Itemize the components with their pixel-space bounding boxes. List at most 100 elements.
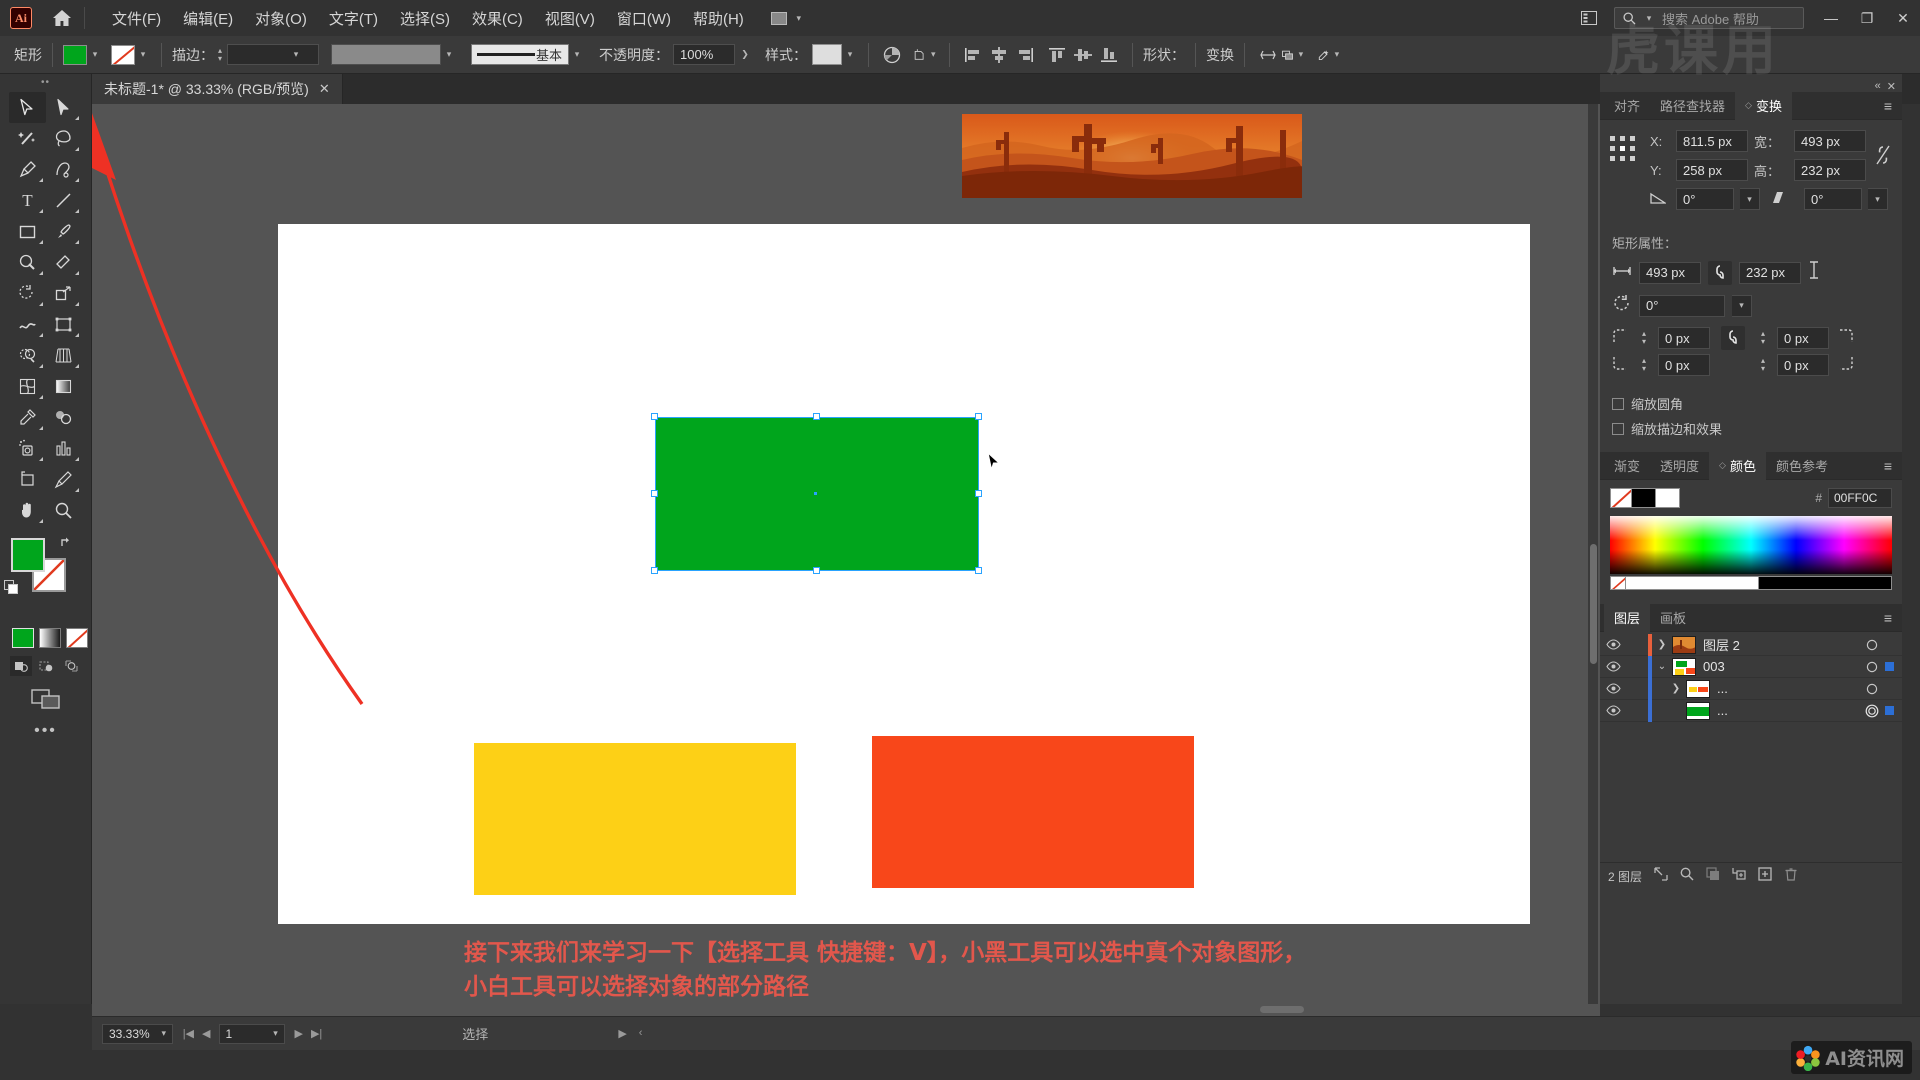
menu-edit[interactable]: 编辑(E)	[172, 3, 244, 34]
orange-rectangle[interactable]	[872, 736, 1194, 888]
layer-name[interactable]: 003	[1703, 659, 1859, 674]
column-graph-tool[interactable]	[46, 433, 83, 464]
tab-transform[interactable]: ◇ 变换	[1735, 91, 1792, 120]
fill-swatch[interactable]	[63, 44, 87, 65]
constrain-proportions-icon[interactable]	[1874, 142, 1892, 173]
color-black-swatch[interactable]	[1632, 488, 1656, 508]
tab-transparency[interactable]: 透明度	[1650, 452, 1709, 480]
status-prev-icon[interactable]: ‹	[639, 1027, 643, 1040]
spectrum-white-swatch[interactable]	[1626, 576, 1759, 590]
rotate-angle-chevron-icon[interactable]: ▾	[1740, 188, 1760, 210]
mesh-tool[interactable]	[9, 371, 46, 402]
table-row[interactable]: ❯ 图层 2	[1600, 633, 1902, 656]
artboard-tool[interactable]	[9, 464, 46, 495]
corner-tr-input[interactable]: 0 px	[1777, 327, 1829, 349]
isolate-selected-object-icon[interactable]: ▾	[913, 42, 939, 68]
shape-builder-tool[interactable]	[9, 340, 46, 371]
tab-gradient[interactable]: 渐变	[1604, 452, 1650, 480]
brush-chevron-icon[interactable]: ▾	[569, 44, 585, 64]
graphic-style-swatch[interactable]	[812, 44, 843, 65]
layer-visibility-toggle[interactable]	[1600, 705, 1626, 716]
draw-behind-icon[interactable]	[35, 656, 57, 676]
arrange-chevron-icon[interactable]: ▾	[1295, 45, 1307, 65]
menu-effect[interactable]: 效果(C)	[461, 3, 534, 34]
canvas-vertical-scroll-thumb[interactable]	[1590, 544, 1597, 664]
layer-name[interactable]: ...	[1717, 681, 1859, 696]
dock-close-icon[interactable]: ✕	[1887, 80, 1896, 93]
table-row[interactable]: ❯ ...	[1600, 677, 1902, 700]
layer-collapse-arrow[interactable]: ⌄	[1652, 661, 1672, 672]
free-transform-tool[interactable]	[46, 309, 83, 340]
align-left-icon[interactable]	[960, 42, 986, 68]
canvas-vertical-scrollbar[interactable]	[1588, 104, 1598, 1004]
color-spectrum-picker[interactable]	[1610, 516, 1892, 574]
hex-input[interactable]: 00FF0C	[1828, 488, 1892, 508]
close-icon[interactable]: ✕	[319, 81, 330, 97]
selection-handle-ml[interactable]	[651, 490, 658, 497]
layer-target-indicator[interactable]	[1859, 639, 1885, 651]
tab-color-guide[interactable]: 颜色参考	[1766, 452, 1838, 480]
hand-tool[interactable]	[9, 495, 46, 526]
corner-bl-input[interactable]: 0 px	[1658, 354, 1710, 376]
status-play-icon[interactable]: ▶	[618, 1027, 626, 1040]
workspace-switcher-icon[interactable]	[1572, 1, 1606, 35]
spectrum-black-swatch[interactable]	[1759, 576, 1892, 590]
selection-handle-tl[interactable]	[651, 413, 658, 420]
blend-tool[interactable]	[46, 402, 83, 433]
layer-visibility-toggle[interactable]	[1600, 683, 1626, 694]
paintbrush-tool[interactable]	[46, 216, 83, 247]
prev-page-icon[interactable]: ◀	[202, 1027, 210, 1040]
menu-select[interactable]: 选择(S)	[389, 3, 461, 34]
toolbar-fill-swatch[interactable]	[11, 538, 45, 572]
menu-file[interactable]: 文件(F)	[101, 3, 172, 34]
rect-width-input[interactable]: 493 px	[1639, 261, 1701, 284]
rotate-angle-input[interactable]: 0°	[1676, 188, 1734, 210]
menu-help[interactable]: 帮助(H)	[682, 3, 755, 34]
stroke-profile-preview[interactable]	[331, 44, 442, 65]
corner-tr-stepper[interactable]: ▴ ▾	[1756, 330, 1770, 346]
layer-expand-arrow[interactable]: ❯	[1666, 683, 1686, 694]
opacity-chevron-icon[interactable]: ❯	[735, 45, 755, 65]
type-tool[interactable]: T	[9, 185, 46, 216]
last-page-icon[interactable]: ▶|	[311, 1027, 322, 1040]
yellow-rectangle[interactable]	[474, 743, 796, 895]
scale-strokes-checkbox[interactable]	[1612, 422, 1624, 435]
color-white-swatch[interactable]	[1656, 488, 1680, 508]
locate-object-icon[interactable]	[1654, 867, 1668, 886]
create-sublayer-icon[interactable]	[1732, 867, 1746, 886]
swap-fill-stroke-icon[interactable]	[59, 536, 73, 553]
draw-inside-icon[interactable]	[60, 656, 82, 676]
width-tool[interactable]	[9, 309, 46, 340]
menu-type[interactable]: 文字(T)	[318, 3, 389, 34]
align-right-icon[interactable]	[1012, 42, 1038, 68]
y-input[interactable]: 258 px	[1676, 159, 1748, 181]
artboard-number-control[interactable]: 1 ▾	[218, 1023, 285, 1044]
canvas-horizontal-scrollbar[interactable]	[1180, 1004, 1600, 1014]
zoom-level-control[interactable]: 33.33% ▾	[102, 1023, 173, 1044]
home-icon[interactable]	[50, 7, 74, 29]
shape-builder-bar-icon[interactable]	[1255, 42, 1281, 68]
layer-expand-arrow[interactable]: ❯	[1652, 639, 1672, 650]
tab-color[interactable]: ◇ 颜色	[1709, 451, 1766, 480]
transform-label[interactable]: 变换	[1206, 45, 1234, 65]
canvas-area[interactable]: 接下来我们来学习一下【选择工具 快捷键：V】，小黑工具可以选中真个对象图形， 小…	[92, 104, 1600, 1016]
make-clipping-mask-icon[interactable]	[1706, 867, 1720, 886]
edit-toolbar-button[interactable]: •••	[0, 710, 91, 740]
search-input[interactable]: ▾ 搜索 Adobe 帮助	[1614, 7, 1804, 29]
stroke-color-control[interactable]: ▾	[111, 44, 151, 65]
quick-actions-icon[interactable]: ▾	[1317, 42, 1343, 68]
selection-tool[interactable]	[9, 92, 46, 123]
layer-target-indicator[interactable]	[1859, 661, 1885, 673]
tab-layers[interactable]: 图层	[1604, 603, 1651, 632]
rectangle-tool[interactable]	[9, 216, 46, 247]
layer-visibility-toggle[interactable]	[1600, 661, 1626, 672]
lasso-tool[interactable]	[46, 123, 83, 154]
rect-rotation-chevron-icon[interactable]: ▾	[1732, 294, 1752, 317]
none-fill-mode-button[interactable]	[66, 628, 88, 648]
new-layer-icon[interactable]	[1758, 867, 1772, 886]
transform-panel-menu-icon[interactable]: ≡	[1884, 99, 1902, 113]
document-tab[interactable]: 未标题-1* @ 33.33% (RGB/预览) ✕	[92, 74, 343, 104]
spectrum-none-swatch[interactable]	[1610, 576, 1626, 590]
fill-color-control[interactable]: ▾	[63, 44, 103, 65]
isolate-chevron-icon[interactable]: ▾	[927, 45, 939, 65]
